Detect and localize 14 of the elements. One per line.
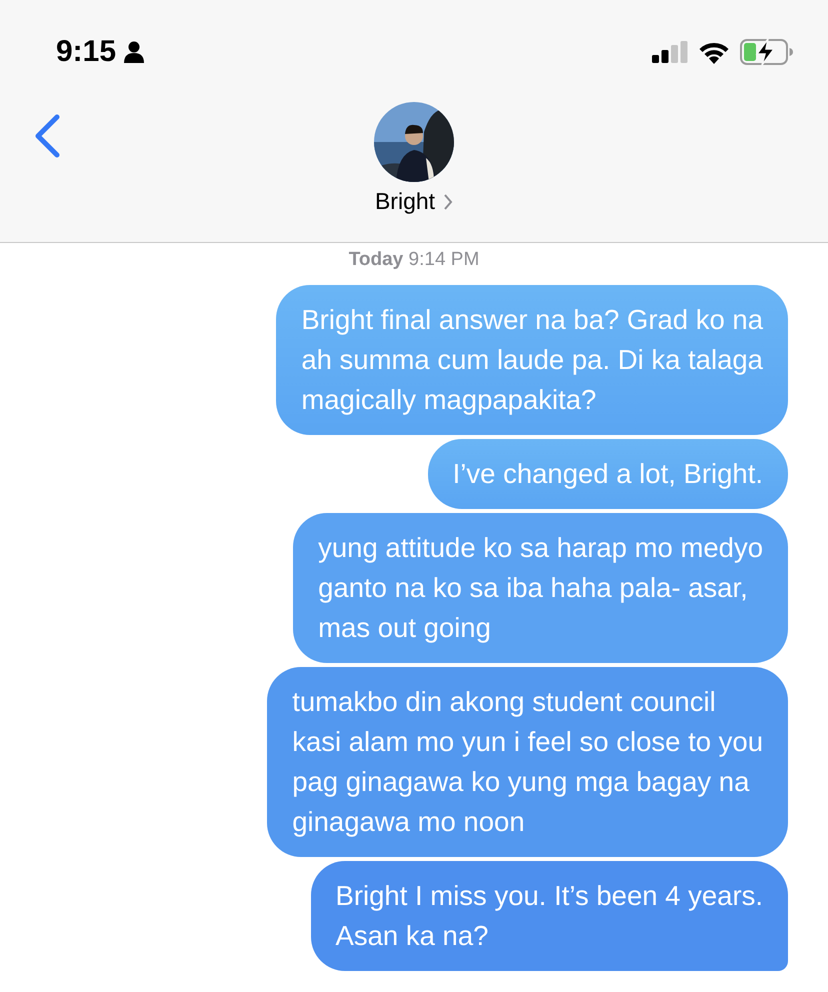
- status-time: 9:15: [56, 35, 116, 69]
- message-bubble: Bright I miss you. It’s been 4 years. Asan ka na?: [310, 861, 788, 971]
- back-chevron-icon[interactable]: [33, 114, 61, 158]
- contact-name-button[interactable]: Bright: [374, 188, 454, 215]
- wifi-icon: [698, 40, 730, 64]
- battery-charging-icon: [740, 38, 794, 66]
- message-bubble: I’ve changed a lot, Bright.: [428, 439, 788, 509]
- message-bubble: Bright final answer na ba? Grad ko na ah summa cum laude pa. Di ka talaga magically magpapakita?: [276, 285, 788, 435]
- person-icon: [124, 41, 144, 63]
- signal-icon: [652, 41, 688, 63]
- message-bubble: yung attitude ko sa harap mo medyo ganto na ko sa iba haha pala- asar, mas out going: [293, 513, 788, 663]
- timestamp: Today 9:14 PM: [348, 248, 480, 272]
- message-bubble: tumakbo din akong student council kasi alam mo yun i feel so close to you pag ginagawa ko yung mga bagay na ginagawa mo noon: [267, 667, 788, 857]
- chevron-right-icon: [443, 192, 454, 210]
